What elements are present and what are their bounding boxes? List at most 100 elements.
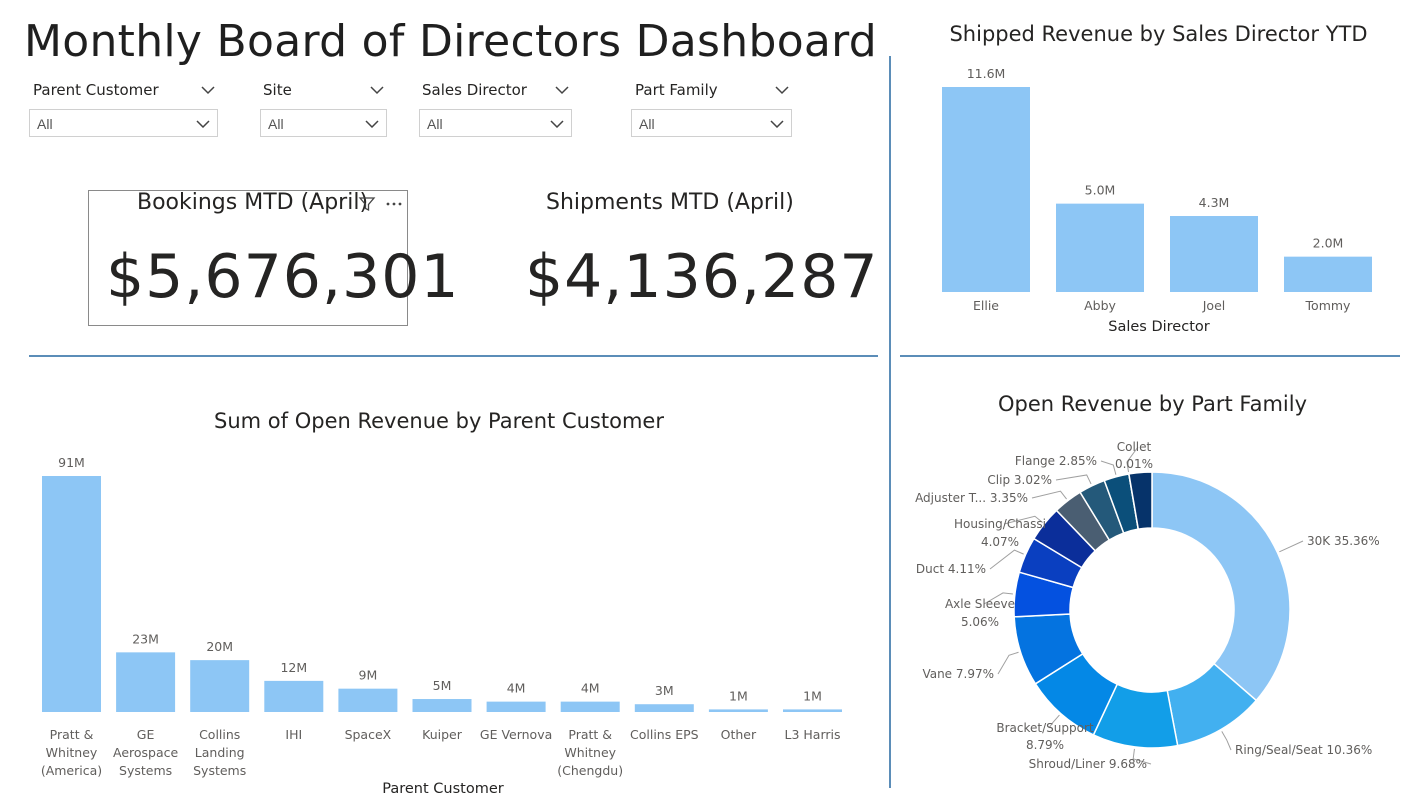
- slice-label: Ring/Seal/Seat 10.36%: [1235, 743, 1372, 757]
- slice-label: Axle Sleeve: [945, 597, 1015, 611]
- data-label: 12M: [280, 660, 307, 675]
- bar: [412, 699, 472, 712]
- shipments-card-value: $4,136,287: [525, 242, 879, 312]
- shipped-revenue-chart: 11.6M Ellie 5.0M Abby 4.3M Joel 2.0M Tommy Sales…: [942, 66, 1372, 335]
- tick-label: Tommy: [1305, 298, 1352, 313]
- tick-label: Collins: [199, 727, 240, 742]
- tick-label: IHI: [285, 727, 302, 742]
- chevron-down-icon: [770, 120, 784, 129]
- slice-label: Clip 3.02%: [987, 473, 1052, 487]
- slice-label: 5.06%: [961, 615, 999, 629]
- bar: [708, 709, 768, 712]
- data-label: 91M: [58, 455, 85, 470]
- tick-label: Other: [721, 727, 757, 742]
- bar: [1056, 203, 1144, 292]
- bar: [942, 87, 1030, 292]
- data-label: 5.0M: [1085, 183, 1116, 198]
- bar: [42, 476, 101, 712]
- more-options-icon[interactable]: [384, 195, 404, 213]
- leader-line: [1031, 490, 1067, 500]
- slicer-label: Parent Customer: [33, 81, 159, 99]
- slicer-dropdown[interactable]: All: [29, 109, 218, 137]
- tick-label: Whitney: [46, 745, 98, 760]
- slice-label: 30K 35.36%: [1307, 534, 1380, 548]
- page-title: Monthly Board of Directors Dashboard: [24, 16, 878, 67]
- tick-label: Pratt &: [50, 727, 94, 742]
- tick-label: Systems: [193, 763, 246, 778]
- slicer-value: All: [37, 116, 53, 132]
- chevron-down-icon: [196, 120, 210, 129]
- vertical-divider: [889, 56, 891, 788]
- tick-label: Abby: [1084, 298, 1116, 313]
- open-revenue-customer-chart: 91M Pratt & Whitney (America) 23M GE Aerospace…: [41, 455, 842, 797]
- chevron-down-icon[interactable]: [774, 82, 790, 98]
- data-label: 11.6M: [967, 66, 1006, 81]
- slice-label: Bracket/Support: [996, 721, 1094, 735]
- data-label: 1M: [803, 688, 822, 703]
- chevron-down-icon: [550, 120, 564, 129]
- slicer-dropdown[interactable]: All: [419, 109, 572, 137]
- slicer-value: All: [427, 116, 443, 132]
- slice-label: Duct 4.11%: [916, 562, 986, 576]
- data-label: 4M: [581, 681, 600, 696]
- leader-line: [1279, 540, 1304, 553]
- filter-icon[interactable]: [358, 195, 376, 213]
- slicer-label: Site: [263, 81, 292, 99]
- chevron-down-icon[interactable]: [554, 82, 570, 98]
- tick-label: (America): [41, 763, 102, 778]
- slice-label: 8.79%: [1026, 738, 1064, 752]
- leader-line: [1100, 460, 1117, 475]
- shipped-chart-title: Shipped Revenue by Sales Director YTD: [949, 22, 1368, 46]
- slice-label: Housing/Chassi: [954, 517, 1046, 531]
- chevron-down-icon: [365, 120, 379, 129]
- bar: [560, 701, 620, 712]
- bar: [338, 688, 398, 712]
- horizontal-divider-right: [900, 355, 1400, 357]
- tick-label: Whitney: [564, 745, 616, 760]
- bar: [190, 660, 250, 712]
- part-family-donut-chart: 30K 35.36% Ring/Seal/Seat 10.36% Shroud/Li…: [915, 440, 1380, 771]
- slicer-value: All: [639, 116, 655, 132]
- bookings-card-value: $5,676,301: [106, 242, 460, 312]
- data-label: 9M: [359, 668, 378, 683]
- part-family-chart-title: Open Revenue by Part Family: [997, 392, 1308, 416]
- chevron-down-icon[interactable]: [200, 82, 216, 98]
- data-label: 2.0M: [1313, 236, 1344, 251]
- slice-label: Vane 7.97%: [922, 667, 994, 681]
- slice-label: 4.07%: [981, 535, 1019, 549]
- data-label: 4.3M: [1199, 195, 1230, 210]
- data-label: 23M: [132, 631, 159, 646]
- bar: [634, 704, 694, 712]
- tick-label: GE Vernova: [480, 727, 552, 742]
- slice-label: Flange 2.85%: [1015, 454, 1097, 468]
- tick-label: Pratt &: [568, 727, 612, 742]
- bookings-card-title: Bookings MTD (April): [137, 190, 369, 215]
- slice-label: Collet: [1117, 440, 1152, 454]
- data-label: 5M: [433, 678, 452, 693]
- tick-label: L3 Harris: [785, 727, 841, 742]
- tick-label: Collins EPS: [630, 727, 699, 742]
- tick-label: Landing: [195, 745, 245, 760]
- slice-label: 0.01%: [1115, 457, 1153, 471]
- chevron-down-icon[interactable]: [369, 82, 385, 98]
- slicer-dropdown[interactable]: All: [260, 109, 387, 137]
- slicer-value: All: [268, 116, 284, 132]
- tick-label: Aerospace: [113, 745, 179, 760]
- bar: [486, 701, 546, 712]
- tick-label: Joel: [1202, 298, 1226, 313]
- slicer-dropdown[interactable]: All: [631, 109, 792, 137]
- bar: [1284, 256, 1372, 292]
- leader-line: [997, 651, 1019, 675]
- bar: [783, 709, 842, 712]
- slice-label: Shroud/Liner 9.68%: [1029, 757, 1147, 771]
- bar: [116, 652, 176, 712]
- slicer-label: Part Family: [635, 81, 718, 99]
- open-customer-chart-title: Sum of Open Revenue by Parent Customer: [214, 409, 664, 433]
- donut-slice: [1151, 471, 1291, 702]
- horizontal-divider-left: [29, 355, 878, 357]
- bar: [264, 680, 324, 712]
- shipments-card-title: Shipments MTD (April): [546, 190, 794, 215]
- bar: [1170, 216, 1258, 292]
- leader-line: [1221, 731, 1232, 751]
- tick-label: Ellie: [973, 298, 999, 313]
